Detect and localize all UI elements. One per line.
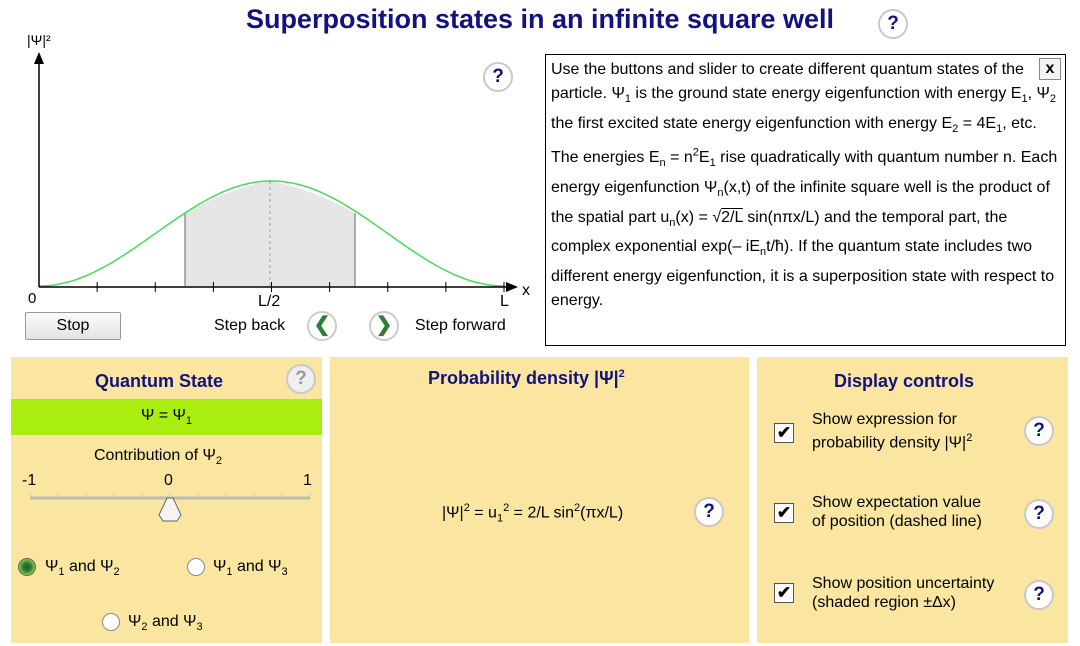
- show-expression-line2: probability density |Ψ|2: [812, 432, 973, 452]
- info-text: Use the buttons and slider to create dif…: [551, 61, 1058, 310]
- show-uncertainty-line2: (shaded region ±Δx): [812, 594, 956, 611]
- contribution-slider[interactable]: [25, 485, 315, 525]
- probability-help-button[interactable]: ?: [694, 497, 724, 527]
- probability-expression: |Ψ|2 = u12 = 2/L sin2(πx/L): [442, 502, 624, 525]
- step-back-label: Step back: [214, 317, 286, 334]
- show-expectation-checkbox[interactable]: ✔: [774, 503, 794, 523]
- slider-ticks: [29, 493, 311, 495]
- chevron-left-icon: ❮: [313, 314, 331, 336]
- probability-title: Probability density |Ψ|2: [428, 368, 625, 388]
- radio-label-3: Ψ2 and Ψ3: [128, 613, 203, 634]
- show-expression-help-button[interactable]: ?: [1024, 416, 1054, 446]
- slider-thumb: [158, 497, 182, 522]
- radio-button-3[interactable]: [102, 613, 120, 631]
- show-expression-line1: Show expression for: [812, 411, 957, 428]
- y-axis-label: |Ψ|²: [27, 32, 51, 48]
- show-expectation-help-button[interactable]: ?: [1024, 499, 1054, 529]
- probability-graph: |Ψ|² x 0 L/2 L: [27, 32, 530, 310]
- show-expression-checkbox[interactable]: ✔: [774, 423, 794, 443]
- contribution-label: Contribution of Ψ2: [94, 447, 222, 468]
- step-back-button[interactable]: ❮: [307, 311, 337, 341]
- show-uncertainty-checkbox[interactable]: ✔: [774, 583, 794, 603]
- show-expectation-line2: of position (dashed line): [812, 513, 982, 530]
- radio-label-2: Ψ1 and Ψ3: [213, 558, 288, 579]
- quantum-state-help-button[interactable]: ?: [286, 364, 316, 394]
- x-axis-label: x: [522, 282, 530, 299]
- show-uncertainty-label: Show position uncertainty (shaded region…: [812, 574, 994, 612]
- quantum-state-title: Quantum State: [95, 371, 224, 391]
- radio-label-1: Ψ1 and Ψ2: [45, 558, 120, 579]
- tick-label-0: 0: [28, 290, 36, 307]
- title-help-button[interactable]: ?: [878, 9, 908, 39]
- tick-label-L: L: [500, 293, 509, 310]
- radio-button-2[interactable]: [187, 558, 205, 576]
- show-expectation-label: Show expectation value of position (dash…: [812, 493, 982, 531]
- show-expectation-line1: Show expectation value: [812, 494, 981, 511]
- chevron-right-icon: ❯: [375, 314, 393, 336]
- y-axis-arrow: [34, 52, 44, 64]
- info-box: x Use the buttons and slider to create d…: [545, 54, 1066, 346]
- graph-help-button[interactable]: ?: [483, 62, 513, 92]
- tick-label-half: L/2: [258, 293, 280, 310]
- step-forward-button[interactable]: ❯: [369, 311, 399, 341]
- x-axis-arrow: [506, 282, 518, 292]
- probability-panel: [330, 357, 749, 643]
- radio-button-1[interactable]: [18, 558, 36, 576]
- show-uncertainty-line1: Show position uncertainty: [812, 575, 995, 592]
- info-close-button[interactable]: x: [1039, 58, 1061, 80]
- state-display: Ψ = Ψ1: [11, 399, 322, 435]
- show-uncertainty-help-button[interactable]: ?: [1024, 580, 1054, 610]
- stop-button[interactable]: Stop: [25, 312, 121, 340]
- show-expression-label: Show expression for probability density …: [812, 410, 972, 452]
- step-forward-label: Step forward: [415, 317, 506, 334]
- display-controls-title: Display controls: [834, 371, 975, 391]
- state-display-text: Ψ = Ψ1: [140, 407, 193, 428]
